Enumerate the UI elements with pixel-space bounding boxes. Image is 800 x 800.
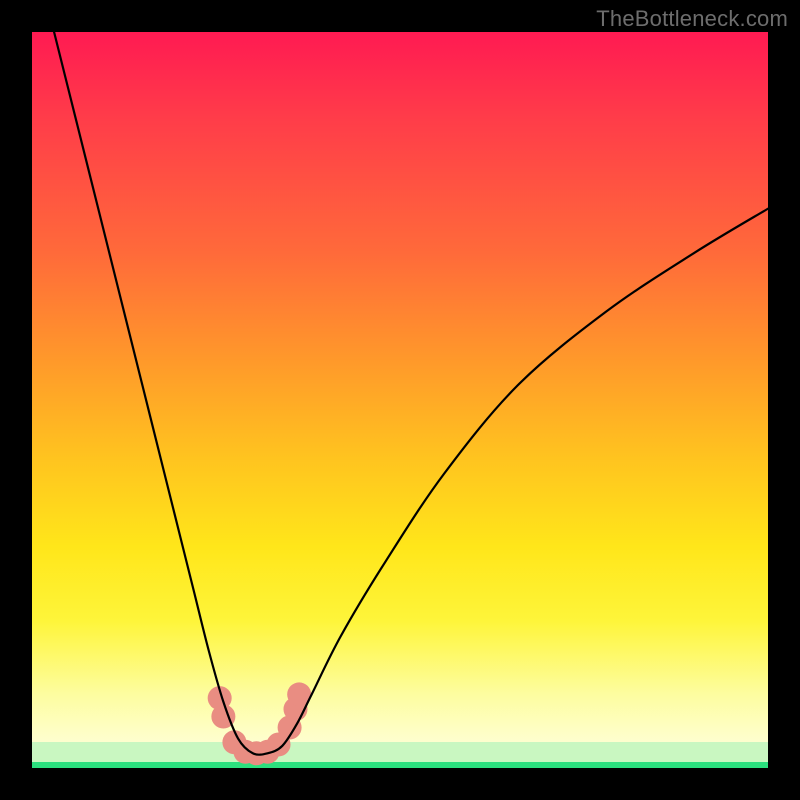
bottleneck-curve: [54, 32, 768, 755]
chart-frame: TheBottleneck.com: [0, 0, 800, 800]
watermark-text: TheBottleneck.com: [596, 6, 788, 32]
highlight-markers: [208, 682, 311, 765]
chart-overlay: [32, 32, 768, 768]
